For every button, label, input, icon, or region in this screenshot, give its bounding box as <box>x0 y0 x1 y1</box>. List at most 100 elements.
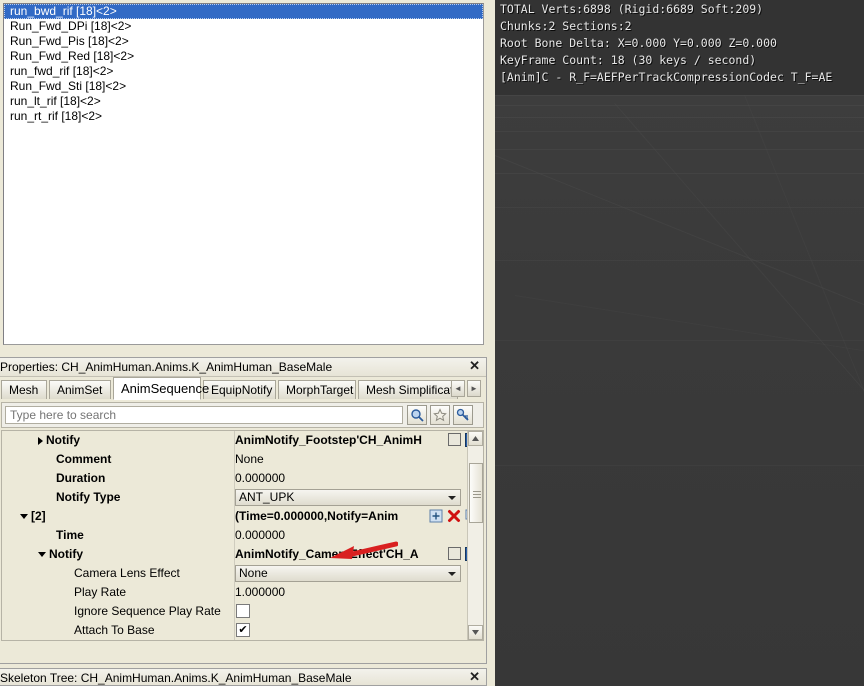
properties-window: Properties: CH_AnimHuman.Anims.K_AnimHum… <box>0 357 487 664</box>
property-grid[interactable]: Notify AnimNotify_Footstep'CH_AnimH Commen… <box>1 430 484 641</box>
property-label: Duration <box>56 471 106 485</box>
tab-animsequence[interactable]: AnimSequence <box>113 377 209 400</box>
list-item[interactable]: run_rt_rif [18]<2> <box>4 109 483 124</box>
object-browse-icon[interactable] <box>448 547 461 560</box>
tab-animset[interactable]: AnimSet <box>49 380 111 399</box>
property-value[interactable]: AnimNotify_Footstep'CH_AnimH <box>235 431 463 450</box>
property-value-text: AnimNotify_Footstep'CH_AnimH <box>235 433 422 447</box>
list-item[interactable]: run_bwd_rif [18]<2> <box>4 4 483 19</box>
property-name: Duration <box>2 469 234 488</box>
settings-wrench-icon[interactable] <box>453 405 473 425</box>
viewport-stats-overlay: TOTAL Verts:6898 (Rigid:6689 Soft:209) Ch… <box>500 1 832 86</box>
delete-item-icon[interactable] <box>447 509 461 523</box>
property-label: Ignore Sequence Play Rate <box>74 604 221 618</box>
property-label: Notify <box>46 433 80 447</box>
property-name: Comment <box>2 450 234 469</box>
property-row[interactable]: Notify AnimNotify_CameraEffect'CH_A <box>2 545 483 564</box>
animation-list[interactable]: run_bwd_rif [18]<2> Run_Fwd_DPi [18]<2> Ru… <box>4 4 483 124</box>
property-label: Attach To Base <box>74 623 155 637</box>
tab-mesh-simplificatio[interactable]: Mesh Simplificatio <box>358 380 463 399</box>
properties-title: Properties: CH_AnimHuman.Anims.K_AnimHum… <box>0 360 333 374</box>
search-input[interactable] <box>5 406 403 424</box>
property-checkbox[interactable]: ✔ <box>236 623 250 637</box>
status-bar: Skeleton Tree: CH_AnimHuman.Anims.K_Anim… <box>0 668 487 686</box>
property-value[interactable]: 1.000000 <box>235 583 463 602</box>
expander-collapse-icon[interactable] <box>20 514 28 520</box>
close-icon[interactable]: ✕ <box>469 359 480 373</box>
expander-expand-icon[interactable] <box>38 436 43 445</box>
property-name: Time <box>2 526 234 545</box>
tab-mesh[interactable]: Mesh <box>1 380 47 399</box>
stats-line: Root Bone Delta: X=0.000 Y=0.000 Z=0.000 <box>500 36 777 50</box>
property-value-text: 1.000000 <box>235 585 286 599</box>
property-row[interactable]: Notify AnimNotify_Footstep'CH_AnimH <box>2 431 483 450</box>
stats-line: [Anim]C - R_F=AEFPerTrackCompressionCode… <box>500 70 833 84</box>
property-row[interactable]: [2] (Time=0.000000,Notify=Anim <box>2 507 483 526</box>
property-name: Camera Lens Effect <box>2 564 234 583</box>
property-label: Time <box>56 528 84 542</box>
property-value[interactable]: 0.000000 <box>235 526 463 545</box>
property-combobox[interactable]: ANT_UPK <box>235 489 461 506</box>
search-icon-glyph <box>411 409 424 422</box>
property-value[interactable]: None <box>235 450 463 469</box>
stats-line: KeyFrame Count: 18 (30 keys / second) <box>500 53 757 67</box>
search-row <box>1 402 484 428</box>
property-name: Notify Type <box>2 488 234 507</box>
property-grid-scrollbar[interactable] <box>467 431 483 640</box>
property-row[interactable]: Time 0.000000 <box>2 526 483 545</box>
property-label: Camera Lens Effect <box>74 566 180 580</box>
property-name: [2] <box>2 507 234 526</box>
property-label: Comment <box>56 452 112 466</box>
property-name: Notify <box>2 545 234 564</box>
property-checkbox[interactable] <box>236 604 250 618</box>
status-close-icon[interactable]: ✕ <box>469 670 480 684</box>
animation-sequence-list-panel[interactable]: run_bwd_rif [18]<2> Run_Fwd_DPi [18]<2> Ru… <box>3 3 484 345</box>
chevron-up-icon <box>472 436 479 441</box>
property-row[interactable]: Notify Type ANT_UPK <box>2 488 483 507</box>
property-value-text: (Time=0.000000,Notify=Anim <box>235 509 399 523</box>
list-item[interactable]: run_fwd_rif [18]<2> <box>4 64 483 79</box>
add-item-icon[interactable] <box>429 509 443 523</box>
property-label: [2] <box>31 509 46 523</box>
list-item[interactable]: Run_Fwd_DPi [18]<2> <box>4 19 483 34</box>
property-row[interactable]: Play Rate 1.000000 <box>2 583 483 602</box>
scroll-up-arrow[interactable] <box>468 431 483 446</box>
property-row[interactable]: Camera Lens Effect None <box>2 564 483 583</box>
list-item[interactable]: run_lt_rif [18]<2> <box>4 94 483 109</box>
scroll-down-arrow[interactable] <box>468 625 483 640</box>
tab-strip[interactable]: Mesh AnimSet AnimSequence EquipNotify MorphT… <box>0 377 486 400</box>
properties-titlebar: Properties: CH_AnimHuman.Anims.K_AnimHum… <box>0 358 486 377</box>
property-name <box>2 640 234 641</box>
property-label: Play Rate <box>74 585 127 599</box>
object-browse-icon[interactable] <box>448 433 461 446</box>
chevron-down-icon[interactable] <box>448 496 456 500</box>
search-icon[interactable] <box>407 405 427 425</box>
scrollbar-thumb[interactable] <box>469 463 483 523</box>
property-row[interactable] <box>2 640 483 641</box>
tab-morphtarget[interactable]: MorphTarget <box>278 380 356 399</box>
stats-line: TOTAL Verts:6898 (Rigid:6689 Soft:209) <box>500 2 764 16</box>
property-row[interactable]: Ignore Sequence Play Rate <box>2 602 483 621</box>
property-name: Notify <box>2 431 234 450</box>
star-icon-glyph <box>433 408 447 422</box>
expander-collapse-icon[interactable] <box>38 552 46 558</box>
property-row[interactable]: Duration 0.000000 <box>2 469 483 488</box>
property-label: Notify <box>49 547 83 561</box>
tab-scroll-prev-icon[interactable]: ◄ <box>451 380 465 397</box>
status-bar-text: Skeleton Tree: CH_AnimHuman.Anims.K_Anim… <box>0 671 352 685</box>
chevron-down-icon[interactable] <box>448 572 456 576</box>
property-row[interactable]: Attach To Base ✔ <box>2 621 483 640</box>
list-item[interactable]: Run_Fwd_Pis [18]<2> <box>4 34 483 49</box>
property-combobox[interactable]: None <box>235 565 461 582</box>
list-item[interactable]: Run_Fwd_Sti [18]<2> <box>4 79 483 94</box>
property-value-text: AnimNotify_CameraEffect'CH_A <box>235 547 419 561</box>
favorite-star-icon[interactable] <box>430 405 450 425</box>
3d-viewport[interactable]: TOTAL Verts:6898 (Rigid:6689 Soft:209) Ch… <box>495 0 864 686</box>
list-item[interactable]: Run_Fwd_Red [18]<2> <box>4 49 483 64</box>
property-name: Attach To Base <box>2 621 234 640</box>
property-value[interactable]: 0.000000 <box>235 469 463 488</box>
property-row[interactable]: Comment None <box>2 450 483 469</box>
tab-scroll-next-icon[interactable]: ► <box>467 380 481 397</box>
property-value[interactable]: AnimNotify_CameraEffect'CH_A <box>235 545 463 564</box>
tab-equipnotify[interactable]: EquipNotify <box>203 380 276 399</box>
